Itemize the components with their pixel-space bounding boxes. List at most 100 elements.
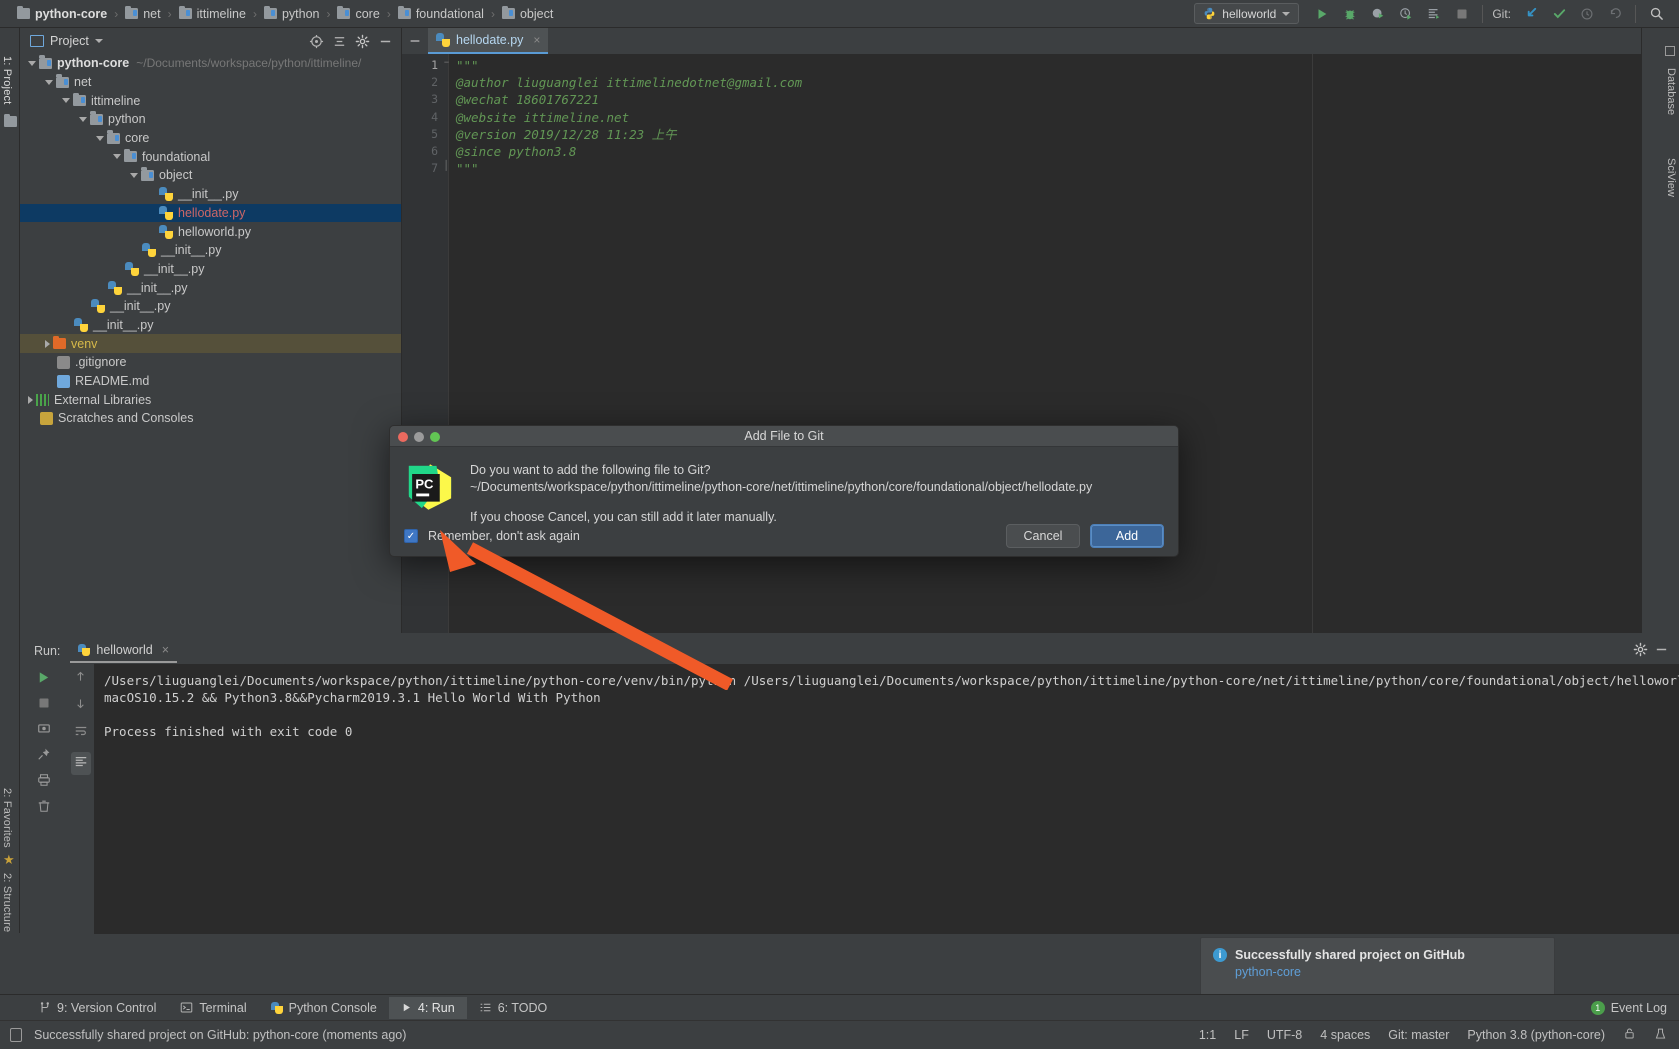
run-configuration-selector[interactable]: helloworld <box>1194 3 1300 24</box>
run-tab-helloworld[interactable]: helloworld × <box>70 639 177 663</box>
tree-row[interactable]: .gitignore <box>20 353 401 372</box>
code-line[interactable]: @wechat 18601767221 <box>448 91 1641 108</box>
tree-twisty[interactable] <box>62 98 70 104</box>
stop-button[interactable] <box>1449 2 1475 26</box>
editor-pin-icon[interactable] <box>1665 46 1675 56</box>
sidebar-item-database[interactable]: Database <box>1665 68 1677 115</box>
tree-row[interactable]: python <box>20 110 401 129</box>
bottom-tab-run[interactable]: 4: Run <box>388 996 467 1019</box>
tree-twisty[interactable] <box>45 339 50 348</box>
tree-row[interactable]: README.md <box>20 372 401 391</box>
editor-tab-hellodate[interactable]: hellodate.py × <box>428 28 549 54</box>
run-with-console-button[interactable] <box>1421 2 1447 26</box>
tree-row[interactable]: __init__.py <box>20 297 401 316</box>
tree-twisty[interactable] <box>130 172 138 178</box>
print-button[interactable] <box>37 773 51 790</box>
tree-row[interactable]: object <box>20 166 401 185</box>
tree-row[interactable]: foundational <box>20 147 401 166</box>
scroll-to-end-button[interactable] <box>70 752 91 775</box>
status-encoding[interactable]: UTF-8 <box>1267 1028 1302 1042</box>
tree-twisty[interactable] <box>96 135 104 141</box>
status-git-branch[interactable]: Git: master <box>1388 1028 1449 1042</box>
rerun-button[interactable] <box>36 670 51 688</box>
tree-twisty[interactable] <box>113 154 121 160</box>
code-fold-icon[interactable]: − <box>442 57 451 67</box>
tree-row[interactable]: External Libraries <box>20 390 401 409</box>
zoom-icon[interactable] <box>430 432 440 442</box>
remember-checkbox[interactable]: ✓ <box>404 529 418 543</box>
commit-button[interactable] <box>1546 2 1572 26</box>
breadcrumb-item-net[interactable]: net <box>122 0 163 28</box>
close-icon[interactable]: × <box>533 33 540 47</box>
close-icon[interactable]: × <box>162 643 169 657</box>
lock-icon[interactable] <box>1623 1027 1636 1043</box>
breadcrumb-item-python[interactable]: python <box>261 0 323 28</box>
status-line-separator[interactable]: LF <box>1234 1028 1249 1042</box>
event-log-button[interactable]: 1 Event Log <box>1590 1000 1679 1015</box>
tree-twisty[interactable] <box>45 79 53 85</box>
run-console-output[interactable]: /Users/liuguanglei/Documents/workspace/p… <box>94 664 1679 934</box>
code-line[interactable]: @website ittimeline.net <box>448 109 1641 126</box>
breadcrumb-item-ittimeline[interactable]: ittimeline <box>176 0 249 28</box>
tree-twisty[interactable] <box>79 116 87 122</box>
scroll-up-button[interactable] <box>74 670 87 686</box>
tree-twisty[interactable] <box>28 60 36 66</box>
sidebar-item-favorites[interactable]: 2: Favorites <box>1 788 13 848</box>
collapse-editor-button[interactable] <box>402 28 428 54</box>
cancel-button[interactable]: Cancel <box>1006 524 1080 548</box>
tree-row[interactable]: ittimeline <box>20 91 401 110</box>
profile-button[interactable] <box>1393 2 1419 26</box>
scroll-down-button[interactable] <box>74 697 87 713</box>
soft-wrap-button[interactable] <box>74 724 88 741</box>
tree-row[interactable]: __init__.py <box>20 260 401 279</box>
search-button[interactable] <box>1643 2 1669 26</box>
run-hide-button[interactable] <box>1654 642 1669 660</box>
tree-row[interactable]: net <box>20 73 401 92</box>
tree-row[interactable]: __init__.py <box>20 316 401 335</box>
status-caret-position[interactable]: 1:1 <box>1199 1028 1216 1042</box>
dialog-title-bar[interactable]: Add File to Git <box>390 426 1178 447</box>
clear-all-button[interactable] <box>37 799 51 816</box>
locate-file-button[interactable] <box>306 31 326 51</box>
tree-row[interactable]: venv <box>20 334 401 353</box>
code-line[interactable]: """ <box>448 160 1641 177</box>
tree-row[interactable]: __init__.py <box>20 241 401 260</box>
settings-button[interactable] <box>352 31 372 51</box>
code-fold-icon[interactable]: │ <box>442 160 451 170</box>
tree-twisty[interactable] <box>28 395 33 404</box>
breadcrumb-item-python-core[interactable]: python-core <box>14 0 110 28</box>
remember-checkbox-label[interactable]: Remember, don't ask again <box>428 529 580 543</box>
close-icon[interactable] <box>398 432 408 442</box>
bottom-tab-version-control[interactable]: 9: Version Control <box>26 997 168 1019</box>
bottom-tab-terminal[interactable]: Terminal <box>168 997 258 1019</box>
tree-row[interactable]: python-core ~/Documents/workspace/python/… <box>20 54 401 73</box>
breadcrumb-item-core[interactable]: core <box>334 0 382 28</box>
tree-row[interactable]: helloworld.py <box>20 222 401 241</box>
tree-row[interactable]: __init__.py <box>20 185 401 204</box>
sidebar-item-structure[interactable]: 2: Structure <box>1 873 13 932</box>
bottom-tab-python-console[interactable]: Python Console <box>259 997 389 1019</box>
run-settings-button[interactable] <box>1633 642 1648 660</box>
bottom-tab-todo[interactable]: 6: TODO <box>467 997 560 1019</box>
tree-row[interactable]: hellodate.py <box>20 203 401 223</box>
update-project-button[interactable] <box>1518 2 1544 26</box>
status-indent[interactable]: 4 spaces <box>1320 1028 1370 1042</box>
run-button[interactable] <box>1309 2 1335 26</box>
pin-tab-button[interactable] <box>37 747 51 764</box>
dump-threads-button[interactable] <box>37 721 51 738</box>
sidebar-item-sciview[interactable]: SciView <box>1665 158 1677 197</box>
rollback-button[interactable] <box>1602 2 1628 26</box>
code-line[interactable]: @author liuguanglei ittimelinedotnet@gma… <box>448 74 1641 91</box>
tree-row[interactable]: __init__.py <box>20 278 401 297</box>
add-button[interactable]: Add <box>1090 524 1164 548</box>
debug-button[interactable] <box>1337 2 1363 26</box>
breadcrumb-item-object[interactable]: object <box>499 0 556 28</box>
tree-row[interactable]: core <box>20 129 401 148</box>
project-tree[interactable]: python-core ~/Documents/workspace/python/… <box>20 54 401 633</box>
minimize-icon[interactable] <box>414 432 424 442</box>
hide-panel-button[interactable] <box>375 31 395 51</box>
coverage-button[interactable] <box>1365 2 1391 26</box>
code-line[interactable]: @since python3.8 <box>448 143 1641 160</box>
collapse-all-button[interactable] <box>329 31 349 51</box>
sidebar-item-project[interactable]: 1: Project <box>1 56 13 104</box>
